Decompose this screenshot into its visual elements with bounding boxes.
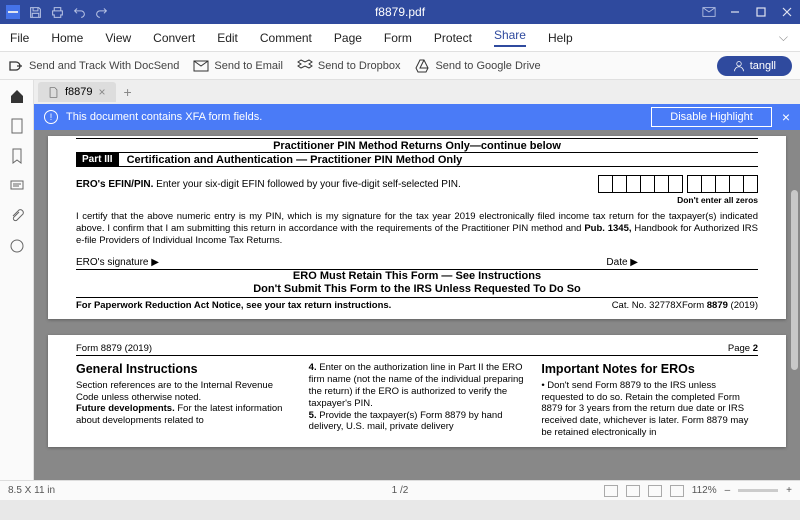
comments-icon[interactable] (9, 178, 25, 194)
tab-close-icon[interactable]: × (99, 85, 106, 99)
tab-label: f8879 (65, 86, 93, 98)
menu-comment[interactable]: Comment (260, 31, 312, 45)
user-name: tangll (750, 60, 776, 72)
zoom-out-icon[interactable]: – (725, 485, 731, 496)
file-icon (48, 87, 59, 98)
gi-section-ref: Section references are to the Internal R… (76, 380, 293, 404)
send-dropbox[interactable]: Send to Dropbox (297, 58, 401, 74)
pdf-page-1: Practitioner PIN Method Returns Only—con… (48, 136, 786, 319)
step-5: 5. Provide the taxpayer(s) Form 8879 by … (309, 410, 526, 434)
pra-notice: For Paperwork Reduction Act Notice, see … (76, 300, 612, 311)
document-viewport[interactable]: Practitioner PIN Method Returns Only—con… (34, 130, 800, 480)
menu-share[interactable]: Share (494, 28, 526, 47)
document-tab[interactable]: f8879 × (38, 82, 116, 102)
window-title: f8879.pdf (375, 5, 425, 19)
page-indicator[interactable]: 1 /2 (392, 485, 409, 496)
send-gdrive-label: Send to Google Drive (435, 60, 540, 72)
thumbnails-icon[interactable] (9, 118, 25, 134)
menu-convert[interactable]: Convert (153, 31, 195, 45)
menu-help[interactable]: Help (548, 31, 573, 45)
part-badge: Part III (76, 153, 119, 166)
retain-instructions: ERO Must Retain This Form — See Instruct… (76, 270, 758, 298)
send-email[interactable]: Send to Email (193, 58, 282, 74)
efin-label-bold: ERO's EFIN/PIN. (76, 179, 153, 190)
ero-notes-heading: Important Notes for EROs (541, 362, 758, 378)
part-title: Certification and Authentication — Pract… (127, 154, 463, 166)
save-icon[interactable] (28, 5, 42, 19)
redo-icon[interactable] (94, 5, 108, 19)
view-facing-icon[interactable] (648, 485, 662, 497)
attachments-icon[interactable] (9, 208, 25, 224)
menu-home[interactable]: Home (51, 31, 83, 45)
ero-notes-text: • Don't send Form 8879 to the IRS unless… (541, 380, 758, 439)
send-docsend-label: Send and Track With DocSend (29, 60, 179, 72)
collapse-ribbon-icon[interactable]: ⌵ (779, 30, 788, 45)
send-gdrive[interactable]: Send to Google Drive (414, 58, 540, 74)
zoom-level[interactable]: 112% (692, 485, 717, 496)
p2-page-no: Page 2 (728, 343, 758, 354)
send-email-label: Send to Email (214, 60, 282, 72)
page-dimensions: 8.5 X 11 in (8, 485, 55, 496)
menu-edit[interactable]: Edit (217, 31, 238, 45)
continue-header: Practitioner PIN Method Returns Only—con… (76, 138, 758, 152)
menu-view[interactable]: View (105, 31, 131, 45)
gi-future-dev: Future developments. For the latest info… (76, 403, 293, 427)
zoom-in-icon[interactable]: + (786, 485, 792, 496)
efin-pin-boxes[interactable] (599, 175, 758, 193)
app-logo-icon (6, 5, 20, 19)
p2-form-id: Form 8879 (2019) (76, 343, 152, 354)
menu-page[interactable]: Page (334, 31, 362, 45)
chat-icon[interactable] (9, 238, 25, 254)
close-icon[interactable] (780, 5, 794, 19)
no-all-zeros: Don't enter all zeros (76, 195, 758, 205)
view-single-icon[interactable] (604, 485, 618, 497)
cat-no: Cat. No. 32778X (612, 300, 682, 311)
view-continuous-icon[interactable] (626, 485, 640, 497)
menu-file[interactable]: File (10, 31, 29, 45)
print-icon[interactable] (50, 5, 64, 19)
zoom-slider[interactable] (738, 489, 778, 492)
disable-highlight-button[interactable]: Disable Highlight (651, 107, 772, 127)
maximize-icon[interactable] (754, 5, 768, 19)
notice-text: This document contains XFA form fields. (66, 111, 262, 123)
send-dropbox-label: Send to Dropbox (318, 60, 401, 72)
general-instructions-heading: General Instructions (76, 362, 293, 378)
date-label: Date ▶ (606, 257, 638, 268)
scrollbar-thumb[interactable] (791, 190, 798, 370)
bookmarks-icon[interactable] (9, 148, 25, 164)
efin-label: Enter your six-digit EFIN followed by yo… (153, 179, 460, 190)
home-icon[interactable] (9, 88, 25, 104)
undo-icon[interactable] (72, 5, 86, 19)
send-docsend[interactable]: Send and Track With DocSend (8, 58, 179, 74)
xfa-notice-bar: ! This document contains XFA form fields… (34, 104, 800, 130)
certification-text: I certify that the above numeric entry i… (76, 211, 758, 247)
menu-protect[interactable]: Protect (434, 31, 472, 45)
form-number: Form 8879 (2019) (682, 300, 758, 311)
notice-close-icon[interactable]: × (782, 109, 790, 125)
view-facing-cont-icon[interactable] (670, 485, 684, 497)
ero-signature-label: ERO's signature ▶ (76, 257, 606, 268)
new-tab-icon[interactable]: + (124, 84, 132, 100)
user-button[interactable]: tangll (717, 56, 792, 76)
menu-form[interactable]: Form (384, 31, 412, 45)
info-icon: ! (44, 110, 58, 124)
pdf-page-2: Form 8879 (2019) Page 2 General Instruct… (48, 335, 786, 447)
minimize-icon[interactable] (728, 5, 742, 19)
mail-icon[interactable] (702, 5, 716, 19)
step-4: 4. Enter on the authorization line in Pa… (309, 362, 526, 410)
